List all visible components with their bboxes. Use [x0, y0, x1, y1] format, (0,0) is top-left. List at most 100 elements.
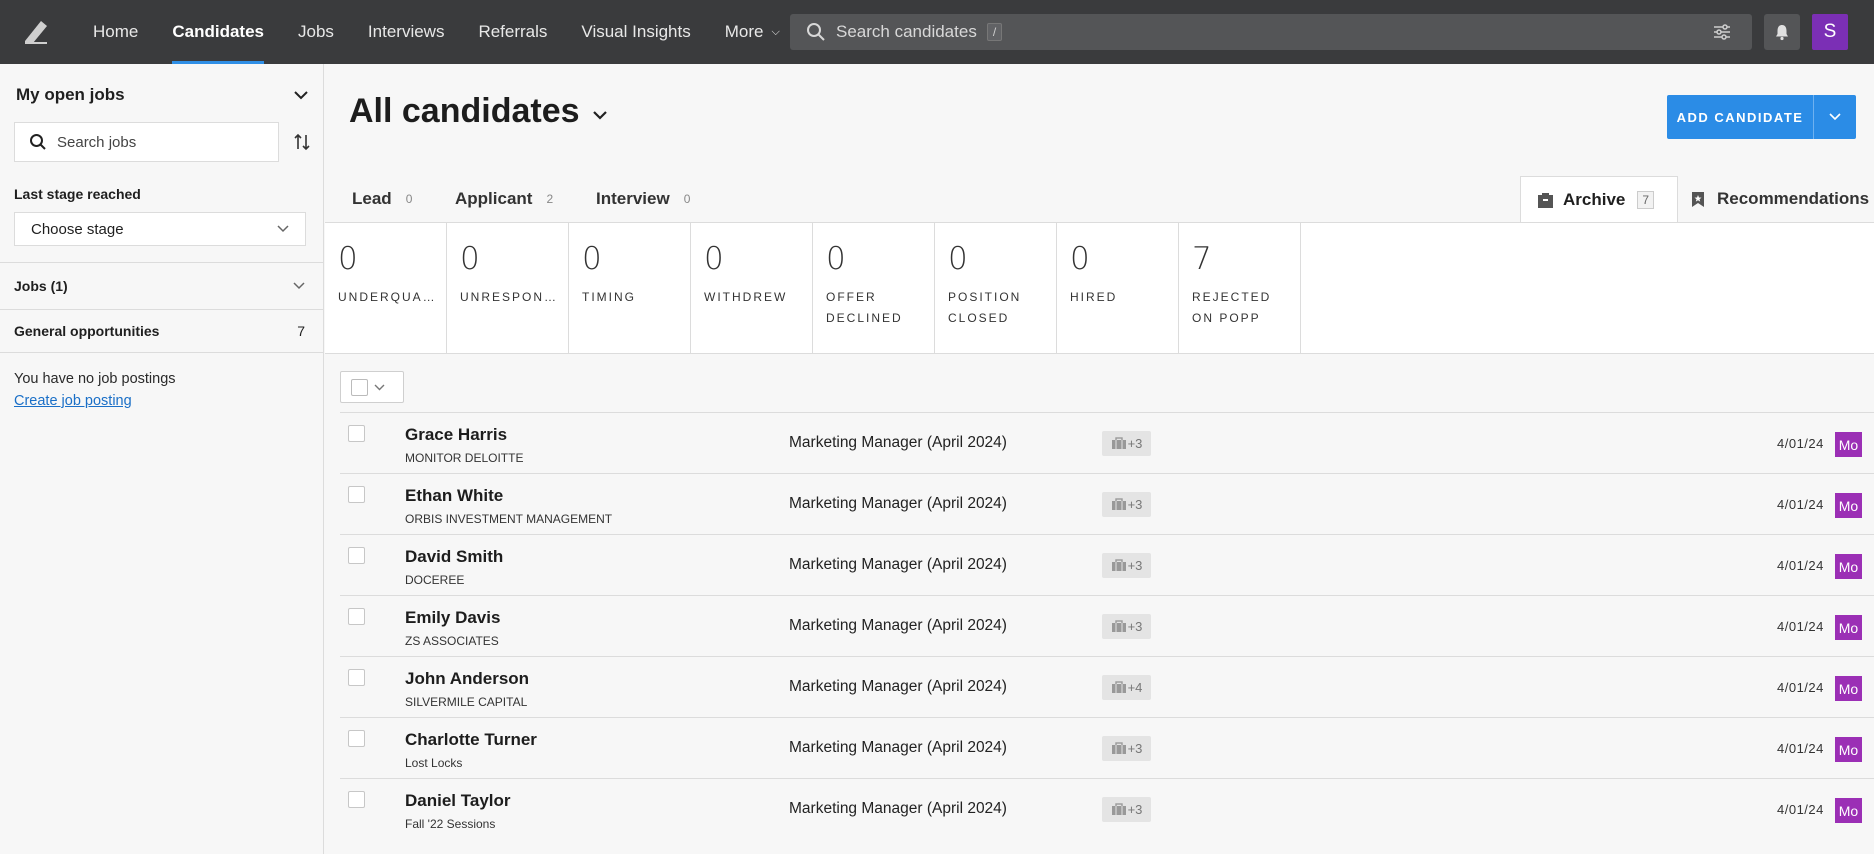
archive-reason-count: 0: [460, 241, 480, 277]
nav-item-label: Visual Insights: [581, 22, 691, 41]
applications-tag-count: +3: [1127, 497, 1143, 512]
nav-item-visual-insights[interactable]: Visual Insights: [564, 0, 707, 64]
candidate-company: DOCEREE: [405, 573, 465, 587]
candidate-job[interactable]: Marketing Manager (April 2024): [789, 678, 1007, 696]
archive-reason-filter[interactable]: 0 OFFER DECLINED: [813, 223, 935, 353]
candidate-job[interactable]: Marketing Manager (April 2024): [789, 800, 1007, 818]
candidate-row[interactable]: Emily Davis ZS ASSOCIATES Marketing Manage…: [340, 595, 1874, 656]
candidate-date: 4/01/24: [1777, 558, 1824, 573]
archive-reason-filter[interactable]: 0 WITHDREW: [691, 223, 813, 353]
archive-reason-filter[interactable]: 0 HIRED: [1057, 223, 1179, 353]
nav-item-interviews[interactable]: Interviews: [351, 0, 462, 64]
row-checkbox[interactable]: [348, 547, 365, 564]
row-checkbox[interactable]: [348, 669, 365, 686]
nav-item-more[interactable]: More ⌵: [708, 0, 797, 64]
view-selector[interactable]: All candidates: [349, 92, 608, 131]
stage-tab-count: 0: [405, 192, 413, 206]
bulk-select-dropdown[interactable]: [340, 371, 404, 403]
archive-reason-label: POSITION CLOSED: [948, 290, 1022, 325]
candidate-row[interactable]: Ethan White ORBIS INVESTMENT MANAGEMENT Ma…: [340, 473, 1874, 534]
add-candidate-dropdown-button[interactable]: [1813, 95, 1856, 139]
filter-sliders-icon[interactable]: [1712, 22, 1732, 42]
owner-badge[interactable]: Mo: [1835, 432, 1862, 457]
nav-item-jobs[interactable]: Jobs: [281, 0, 351, 64]
sort-arrows-icon[interactable]: [289, 129, 315, 155]
stage-tab-count: 0: [683, 192, 691, 206]
nav-item-home[interactable]: Home: [76, 0, 155, 64]
applications-tag[interactable]: +3: [1102, 614, 1151, 639]
collapse-chevron-icon[interactable]: [293, 90, 309, 100]
stage-select[interactable]: Choose stage: [14, 212, 306, 246]
applications-tag[interactable]: +3: [1102, 492, 1151, 517]
app-logo-icon[interactable]: [18, 14, 54, 50]
archive-reason-count: 0: [1070, 241, 1090, 277]
nav-item-label: More: [724, 22, 764, 41]
candidate-row[interactable]: David Smith DOCEREE Marketing Manager (Apr…: [340, 534, 1874, 595]
jobs-section-label: Jobs (1): [14, 278, 68, 294]
row-checkbox[interactable]: [348, 608, 365, 625]
archive-reason-filter[interactable]: 0 TIMING: [569, 223, 691, 353]
candidate-job[interactable]: Marketing Manager (April 2024): [789, 434, 1007, 452]
candidate-row[interactable]: Daniel Taylor Fall '22 Sessions Marketing …: [340, 778, 1874, 839]
tab-recommendations[interactable]: Recommendations: [1691, 176, 1869, 222]
candidate-job[interactable]: Marketing Manager (April 2024): [789, 556, 1007, 574]
candidate-name[interactable]: Emily Davis: [405, 608, 500, 628]
candidate-job[interactable]: Marketing Manager (April 2024): [789, 617, 1007, 635]
nav-item-label: Candidates: [172, 22, 264, 41]
candidate-job[interactable]: Marketing Manager (April 2024): [789, 739, 1007, 757]
candidate-name[interactable]: Charlotte Turner: [405, 730, 537, 750]
tab-archive[interactable]: Archive 7: [1520, 176, 1678, 223]
applications-tag[interactable]: +4: [1102, 675, 1151, 700]
row-checkbox[interactable]: [348, 486, 365, 503]
candidate-name[interactable]: Grace Harris: [405, 425, 507, 445]
candidate-date: 4/01/24: [1777, 436, 1824, 451]
create-job-posting-link[interactable]: Create job posting: [14, 393, 323, 409]
notifications-bell-icon[interactable]: [1764, 14, 1800, 50]
general-opportunities-row[interactable]: General opportunities 7: [0, 310, 323, 352]
user-avatar[interactable]: S: [1812, 14, 1848, 50]
select-all-checkbox[interactable]: [351, 378, 368, 396]
briefcase-icon: [1111, 742, 1126, 754]
main-content: All candidates ADD CANDIDATE Lead 0 Applic…: [325, 64, 1874, 854]
chevron-down-icon[interactable]: [592, 110, 608, 120]
archive-reason-filter[interactable]: 0 POSITION CLOSED: [935, 223, 1057, 353]
archive-reason-filter[interactable]: 0 UNDERQUA…: [325, 223, 447, 353]
owner-badge[interactable]: Mo: [1835, 554, 1862, 579]
owner-badge[interactable]: Mo: [1835, 737, 1862, 762]
applications-tag[interactable]: +3: [1102, 736, 1151, 761]
my-open-jobs-header[interactable]: My open jobs: [0, 64, 323, 108]
candidate-name[interactable]: Daniel Taylor: [405, 791, 511, 811]
chevron-down-icon: ⌵: [771, 25, 780, 38]
row-checkbox[interactable]: [348, 730, 365, 747]
candidate-search-bar[interactable]: Search candidates /: [790, 14, 1752, 50]
tab-lead[interactable]: Lead 0: [352, 176, 412, 222]
row-checkbox[interactable]: [348, 791, 365, 808]
applications-tag[interactable]: +3: [1102, 797, 1151, 822]
owner-badge[interactable]: Mo: [1835, 615, 1862, 640]
row-checkbox[interactable]: [348, 425, 365, 442]
candidate-row[interactable]: John Anderson SILVERMILE CAPITAL Marketing…: [340, 656, 1874, 717]
chevron-down-icon: [374, 384, 385, 390]
nav-item-candidates[interactable]: Candidates: [155, 0, 281, 64]
jobs-section-toggle[interactable]: Jobs (1): [0, 263, 323, 309]
candidate-row[interactable]: Grace Harris MONITOR DELOITTE Marketing Ma…: [340, 412, 1874, 473]
nav-item-referrals[interactable]: Referrals: [461, 0, 564, 64]
owner-badge[interactable]: Mo: [1835, 676, 1862, 701]
applications-tag[interactable]: +3: [1102, 553, 1151, 578]
archive-reason-filter[interactable]: 0 UNRESPON…: [447, 223, 569, 353]
candidate-job[interactable]: Marketing Manager (April 2024): [789, 495, 1007, 513]
archive-reason-filter[interactable]: 7 REJECTED ON POPP: [1179, 223, 1301, 353]
applications-tag-count: +3: [1127, 741, 1143, 756]
candidate-name[interactable]: John Anderson: [405, 669, 529, 689]
owner-badge[interactable]: Mo: [1835, 493, 1862, 518]
stage-tab-label: Interview: [596, 189, 670, 208]
add-candidate-button[interactable]: ADD CANDIDATE: [1667, 95, 1813, 139]
tab-applicant[interactable]: Applicant 2: [455, 176, 553, 222]
applications-tag[interactable]: +3: [1102, 431, 1151, 456]
owner-badge[interactable]: Mo: [1835, 798, 1862, 823]
candidate-name[interactable]: David Smith: [405, 547, 503, 567]
search-jobs-input[interactable]: Search jobs: [14, 122, 279, 162]
candidate-row[interactable]: Charlotte Turner Lost Locks Marketing Mana…: [340, 717, 1874, 778]
candidate-name[interactable]: Ethan White: [405, 486, 503, 506]
tab-interview[interactable]: Interview 0: [596, 176, 690, 222]
